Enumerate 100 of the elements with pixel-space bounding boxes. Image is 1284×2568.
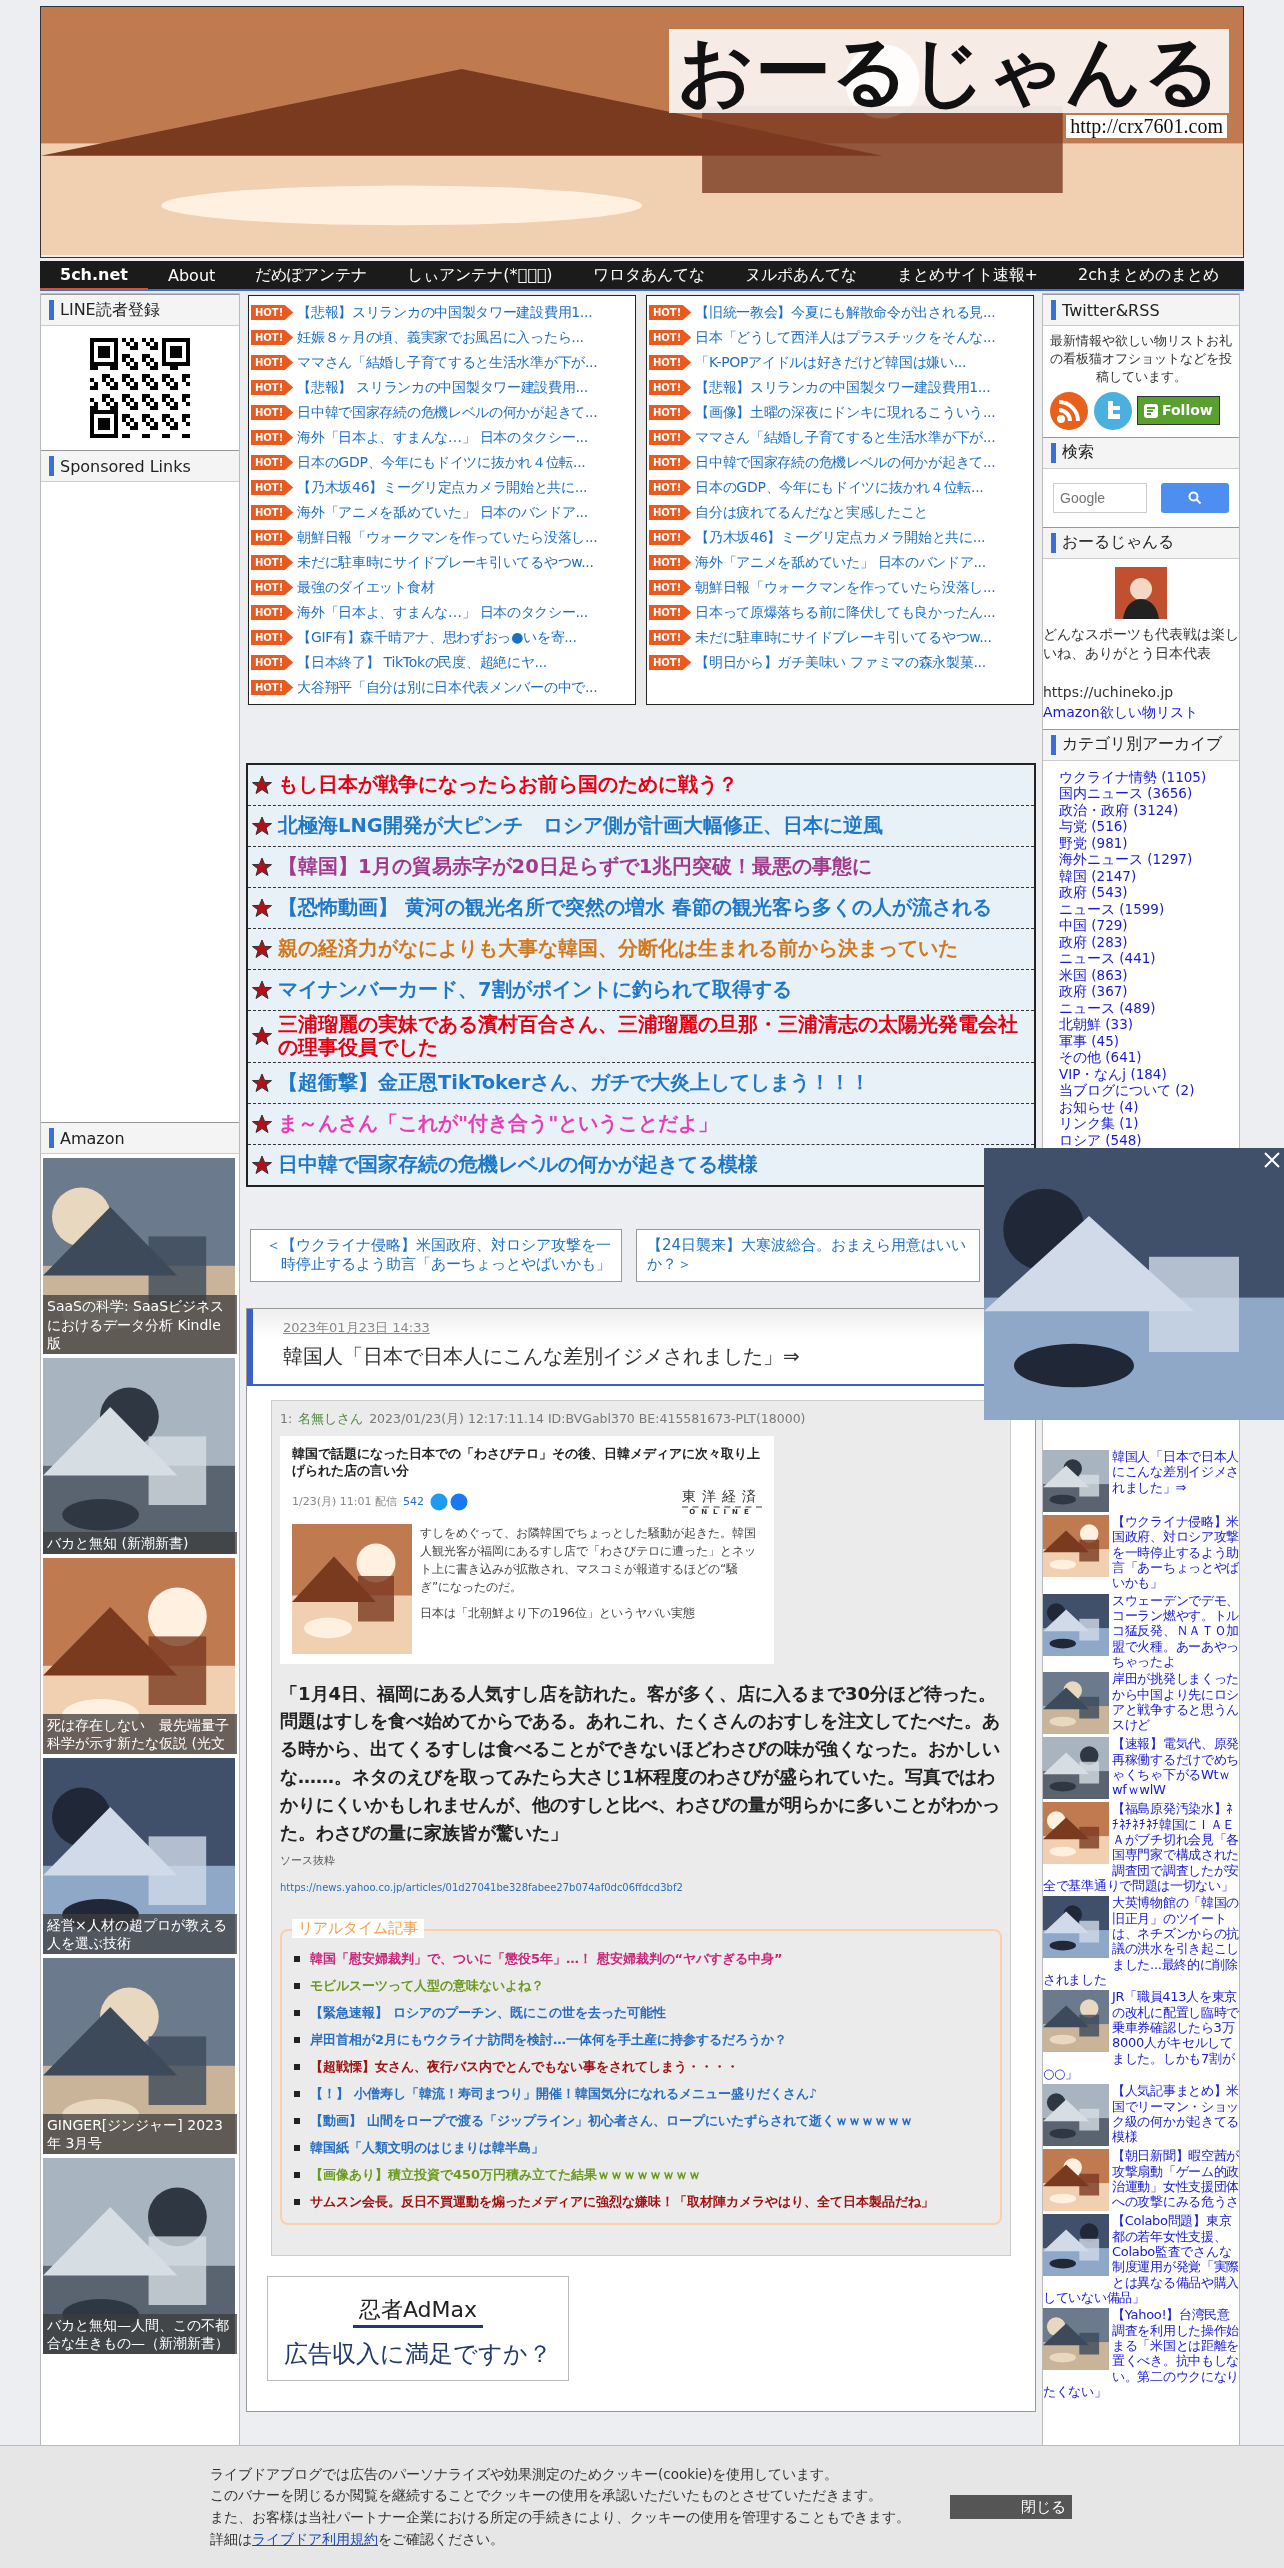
category-link[interactable]: 政府 (283) (1059, 933, 1239, 951)
realtime-link[interactable]: 韓国「慰安婦裁判」で、ついに「懲役5年」…！ 慰安婦裁判の“ヤバすぎる中身” (310, 1944, 783, 1972)
realtime-link[interactable]: サムスン会長。反日不買運動を煽ったメディアに強烈な嫌味！「取材陣カメラやはり、全て日本製品だね」 (310, 2187, 934, 2215)
book-caption[interactable]: GINGER[ジンジャー] 2023年 3月号 (43, 2113, 237, 2154)
nav-link[interactable]: しぃアンテナ(*ﾟーﾟ) (387, 261, 573, 289)
article-link[interactable]: 【悲報】スリランカの中国製タワー建設費用1... (695, 378, 991, 397)
nav-link[interactable]: About (148, 261, 236, 289)
ad-banner[interactable]: 忍者AdMax 広告収入に満足ですか？ (267, 2275, 569, 2381)
previous-article-link[interactable]: ＜【ウクライナ侵略】米国政府、対ロシア攻撃を一時停止するよう助言「あーちょっとやばいかも」 (250, 1228, 622, 1282)
category-link[interactable]: 政府 (543) (1059, 884, 1239, 901)
article-link[interactable]: 日本のGDP、今年にもドイツに抜かれ４位転... (695, 478, 984, 497)
article-link[interactable]: 【乃木坂46】ミーグリ定点カメラ開始と共に... (297, 478, 588, 497)
recent-article-link[interactable]: 【福島原発汚染水】ﾈﾁﾈﾁﾈﾁﾈﾁ韓国にＩＡＥＡがブチ切れ会見「各国専門家で構成された調査団で調査したが安全で基準通りで問題は一切ない」 (1043, 1801, 1239, 1894)
category-link[interactable]: 海外ニュース (1297) (1059, 851, 1239, 868)
realtime-link[interactable]: 【！】 小僧寿し「韓流！寿司まつり」開催！韓国気分になれるメニュー盛りだくさん♪ (310, 2079, 817, 2107)
book-caption[interactable]: 経営×人材の超プロが教える人を選ぶ技術 (43, 1913, 237, 1954)
category-link[interactable]: ウクライナ情勢 (1105) (1059, 768, 1239, 786)
article-link[interactable]: 【画像】土曜の深夜にドンキに現れるこういう... (695, 403, 996, 422)
category-link[interactable]: ロシア (548) (1059, 1131, 1239, 1149)
category-link[interactable]: 与党 (516) (1059, 818, 1239, 835)
recent-article-link[interactable]: 韓国人「日本で日本人にこんな差別イジメされました」⇒ (1043, 1449, 1239, 1495)
category-link[interactable]: 野党 (981) (1059, 834, 1239, 852)
category-link[interactable]: 国内ニュース (3656) (1059, 785, 1239, 802)
article-link[interactable]: 未だに駐車時にサイドブレーキ引いてるやつw... (297, 553, 594, 572)
category-link[interactable]: VIP・なんj (184) (1059, 1065, 1239, 1083)
realtime-link[interactable]: 【緊急速報】 ロシアのプーチン、既にこの世を去った可能性 (310, 1998, 666, 2026)
recent-article-link[interactable]: 【Colabo問題】東京都の若年女性支援、Colabo監査でさんな制度運用が発覚「実際とは異なる備品や購入していない備品」 (1043, 2213, 1239, 2306)
article-link[interactable]: 日中韓で国家存続の危機レベルの何かが起きて... (297, 403, 598, 422)
headline-link[interactable]: 【韓国】1月の貿易赤字が20日足らずで1兆円突破！最悪の事態に (278, 855, 873, 879)
nav-link[interactable]: まとめサイト速報+ (876, 261, 1058, 289)
headline-link[interactable]: 【恐怖動画】 黄河の観光名所で突然の増水 春節の観光客ら多くの人が流される (278, 896, 992, 920)
article-link[interactable]: 日中韓で国家存続の危機レベルの何かが起きて... (695, 453, 996, 472)
nav-link[interactable]: 5ch.net (40, 260, 148, 290)
nav-link[interactable]: 2chまとめのまとめ (1058, 261, 1240, 289)
headline-link[interactable]: 北極海LNG開発が大ピンチ ロシア側が計画大幅修正、日本に逆風 (278, 814, 883, 838)
nav-link[interactable]: ワロタあんてな (572, 261, 725, 289)
article-link[interactable]: 【旧統一教会】今夏にも解散命令が出される見... (695, 303, 996, 322)
realtime-link[interactable]: 【動画】 山間をロープで渡る「ジップライン」初心者さん、ロープにいたずらされて逝くｗｗｗｗｗｗ (310, 2106, 913, 2134)
category-link[interactable]: 中国 (729) (1059, 917, 1239, 934)
recent-article-link[interactable]: スウェーデンでデモ、コーラン燃やす。トルコ猛反発、ＮＡＴＯ加盟で火種。あーあやっちゃったよ (1043, 1592, 1239, 1670)
article-link[interactable]: 妊娠８ヶ月の頃、義実家でお風呂に入ったら... (297, 328, 584, 347)
category-link[interactable]: ニュース (489) (1059, 999, 1239, 1017)
article-link[interactable]: 【悲報】 スリランカの中国製タワー建設費用... (297, 378, 588, 397)
recent-article-link[interactable]: 大英博物館の「韓国の旧正月」のツイートは、ネチズンからの抗議の洪水を引き起こしました...最終的に削除されました (1043, 1895, 1239, 1988)
nav-link[interactable]: ヌルポあんてな (724, 261, 877, 289)
search-field[interactable]: Google (1053, 482, 1147, 513)
article-link[interactable]: 自分は疲れてるんだなと実感したこと (695, 503, 929, 522)
article-link[interactable]: ママさん「結婚し子育てすると生活水準が下が... (695, 428, 996, 447)
recent-article-link[interactable]: 岸田が挑発しまくったから中国より先にロシアと戦争すると思うんスけど (1043, 1671, 1239, 1733)
article-link[interactable]: 海外「アニメを舐めていた」 日本のバンドア... (297, 503, 588, 522)
book-caption[interactable]: バカと無知 (新潮新書) (43, 1531, 237, 1554)
nav-link[interactable]: だめぽアンテナ (235, 261, 388, 289)
article-link[interactable]: ママさん「結婚し子育てすると生活水準が下が... (297, 353, 598, 372)
source-link[interactable]: https://news.yahoo.co.jp/articles/01d27041be328fabee27b074af0dc06ffdcd3bf2 (280, 1881, 1002, 1893)
article-link[interactable]: 【明日から】ガチ美味い ファミマの森永製菓... (695, 653, 986, 672)
site-title[interactable]: おーるじゃんる (669, 29, 1229, 113)
article-link[interactable]: 最強のダイエット食材 (297, 578, 435, 597)
headline-link[interactable]: 日中韓で国家存続の危機レベルの何かが起きてる模様 (278, 1153, 758, 1177)
category-link[interactable]: ニュース (441) (1059, 950, 1239, 967)
article-link[interactable]: 【悲報】スリランカの中国製タワー建設費用1... (297, 303, 593, 322)
article-link[interactable]: 「K-POPアイドルは好きだけど韓国は嫌い... (695, 353, 967, 372)
category-link[interactable]: 韓国 (2147) (1059, 867, 1239, 885)
article-link[interactable]: 海外「日本よ、すまんな…」 日本のタクシー... (297, 603, 588, 622)
article-link[interactable]: 朝鮮日報「ウォークマンを作っていたら没落し... (297, 528, 598, 547)
article-link[interactable]: 海外「日本よ、すまんな…」 日本のタクシー... (297, 428, 588, 447)
next-article-link[interactable]: 【24日襲来】大寒波総合。おまえら用意はいいか？＞ (636, 1228, 980, 1282)
category-link[interactable]: 政府 (367) (1059, 983, 1239, 1000)
article-link[interactable]: 【乃木坂46】ミーグリ定点カメラ開始と共に... (695, 528, 986, 547)
article-link[interactable]: 【日本終了】 TikTokの民度、超絶にヤ... (297, 653, 547, 672)
headline-link[interactable]: 三浦瑠麗の実妹である濱村百合さん、三浦瑠麗の旦那・三浦清志の太陽光発電会社の理事役員でした (278, 1013, 1030, 1060)
twitter-icon[interactable] (1093, 390, 1133, 431)
article-link[interactable]: 未だに駐車時にサイドブレーキ引いてるやつw... (695, 628, 992, 647)
category-link[interactable]: ニュース (1599) (1059, 900, 1239, 918)
close-icon[interactable] (1262, 1150, 1282, 1170)
article-link[interactable]: 大谷翔平「自分は別に日本代表メンバーの中で... (297, 678, 598, 697)
category-link[interactable]: リンク集 (1) (1059, 1115, 1239, 1132)
realtime-link[interactable]: 【超戦慄】女さん、夜行バス内でとんでもない事をされてしまう・・・・ (310, 2052, 739, 2080)
wishlist-link[interactable]: Amazon欲しい物リスト (1043, 702, 1239, 723)
rss-icon[interactable] (1049, 390, 1089, 431)
book-caption[interactable]: 死は存在しない 最先端量子科学が示す新たな仮説 (光文 (43, 1713, 237, 1754)
realtime-link[interactable]: 岸田首相が2月にもウクライナ訪問を検討…一体何を手土産に持参するだろうか？ (310, 2025, 788, 2053)
book-caption[interactable]: バカと無知—人間、この不都合な生きもの—（新潮新書） (43, 2313, 237, 2354)
recent-article-link[interactable]: 【人気記事まとめ】米国でリーマン・ショック級の何かが起きてる模様 (1043, 2083, 1239, 2145)
headline-link[interactable]: マイナンバーカード、7割がポイントに釣られて取得する (278, 978, 792, 1002)
headline-link[interactable]: 【超衝撃】金正恩TikTokerさん、ガチで大炎上してしまう！！！ (278, 1071, 871, 1095)
recent-article-link[interactable]: 【朝日新聞】暇空茜が攻撃扇動「ゲーム的政治運動」女性支援団体への攻撃にみる危うさ (1043, 2148, 1239, 2210)
recent-article-link[interactable]: 【Yahoo!】台湾民意調査を利用した操作始まる「米国とは距離を置くべき。抗中もしない。第二のウクになりたくない」 (1043, 2307, 1239, 2400)
article-link[interactable]: 日本って原爆落ちる前に降伏しても良かったん... (695, 603, 996, 622)
realtime-link[interactable]: 韓国紙「人類文明のはじまりは韓半島」 (310, 2133, 544, 2161)
recent-article-link[interactable]: JR「職員413人を東京の改札に配置し臨時で乗車券確認したら3万8000人がキセルしてました。しかも7割が○○」 (1043, 1989, 1239, 2082)
category-link[interactable]: 軍事 (45) (1059, 1032, 1239, 1050)
category-link[interactable]: 政治・政府 (3124) (1059, 801, 1239, 819)
article-link[interactable]: 日本のGDP、今年にもドイツに抜かれ４位転... (297, 453, 586, 472)
recent-article-link[interactable]: 【ウクライナ侵略】米国政府、対ロシア攻撃を一時停止するよう助言「あーちょっとやばいかも」 (1043, 1514, 1239, 1591)
article-link[interactable]: 日本「どうして西洋人はプラスチックをそんな... (695, 328, 996, 347)
book-caption[interactable]: SaaSの科学: SaaSビジネスにおけるデータ分析 Kindle版 (43, 1295, 237, 1354)
search-button[interactable] (1161, 482, 1229, 513)
close-button[interactable]: 閉じる (950, 2495, 1072, 2519)
headline-link[interactable]: もし日本が戦争になったらお前ら国のために戦う？ (278, 773, 738, 797)
article-link[interactable]: 海外「アニメを舐めていた」 日本のバンドア... (695, 553, 986, 572)
